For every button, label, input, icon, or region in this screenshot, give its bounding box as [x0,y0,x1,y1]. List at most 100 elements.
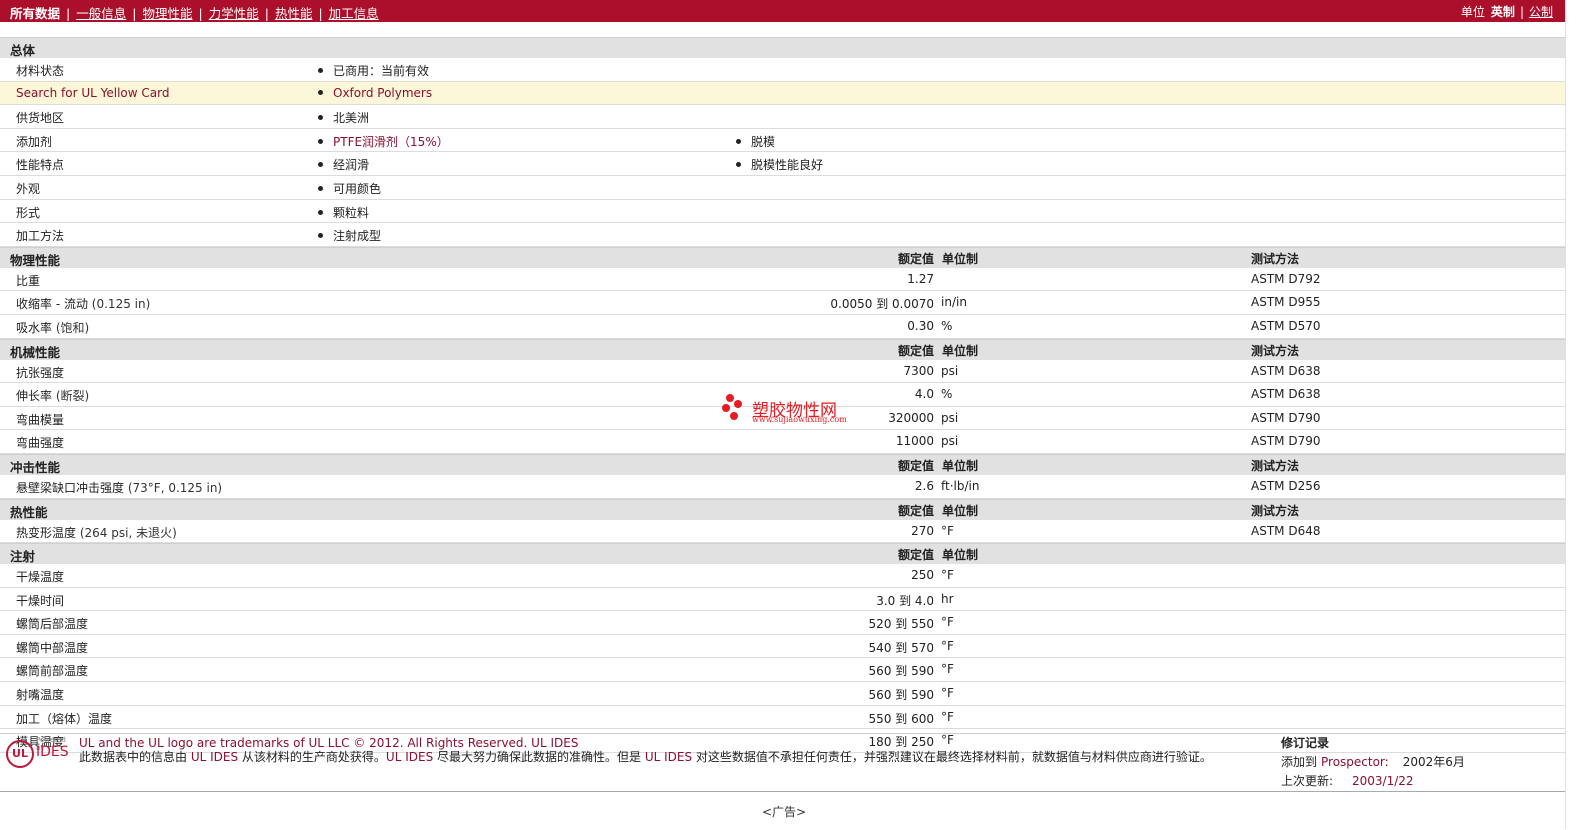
section-header-thermal: 热性能 额定值 单位制 测试方法 [0,498,1565,520]
general-row: 外观 可用颜色 [0,175,1565,200]
nav-all-data[interactable]: 所有数据 [10,6,60,21]
rated-value: 550 到 600 [868,711,934,726]
section-header-injection: 注射 额定值 单位制 [0,543,1565,565]
property-value-link[interactable]: PTFE润滑剂（15%） [333,135,449,149]
ides-link[interactable]: UL IDES [191,750,238,764]
col-unit: 单位制 [942,343,979,358]
bullet-icon [318,209,323,215]
property-label: 形式 [16,205,41,220]
section-header-general: 总体 [0,37,1565,58]
unit-imperial[interactable]: 英制 [1491,5,1515,19]
bullet-icon [318,233,323,239]
section-nav: 所有数据 | 一般信息 | 物理性能 | 力学性能 | 热性能 | 加工信息 [10,6,379,21]
property-label: 外观 [16,181,41,196]
unit-value: psi [941,434,959,449]
property-label: 螺筒中部温度 [16,640,89,655]
rated-value: 540 到 570 [868,640,934,655]
property-row: 弯曲强度 11000 psi ASTM D790 [0,430,1565,454]
property-label: 干燥温度 [16,570,65,585]
unit-value: % [941,318,953,333]
unit-value: °F [941,709,954,724]
col-method: 测试方法 [1251,503,1300,518]
property-row: 螺筒中部温度 540 到 570 °F [0,634,1565,659]
property-label: 材料状态 [16,64,65,78]
col-rated: 额定值 [897,343,934,358]
col-method: 测试方法 [1251,251,1300,266]
col-rated: 额定值 [897,548,934,563]
ad-label: <广告> [762,805,807,819]
unit-value: in/in [941,295,967,310]
test-method: ASTM D648 [1251,523,1321,538]
property-row: 干燥温度 250 °F [0,564,1565,588]
general-row: 性能特点 经润滑 脱模性能良好 [0,152,1565,176]
revision-history: 修订记录 添加到 Prospector: 2002年6月 上次更新: 2003/1/2… [1281,734,1465,789]
nav-general-info[interactable]: 一般信息 [76,6,126,21]
watermark: 塑胶物性网 www.sujiaowuxing.com [722,394,862,428]
section-title: 机械性能 [10,344,61,360]
rated-value: 270 [911,523,934,538]
rated-value: 520 到 550 [868,617,934,632]
property-note: (264 psi, 未退火) [79,525,177,540]
yellow-card-link[interactable]: Search for UL Yellow Card [16,86,169,100]
general-row: 添加剂 PTFE润滑剂（15%） 脱模 [0,128,1565,153]
property-value: 颗粒料 [333,205,370,220]
unit-metric[interactable]: 公制 [1529,5,1553,19]
col-method: 测试方法 [1251,458,1300,473]
nav-thermal[interactable]: 热性能 [275,6,313,21]
updated-label: 上次更新: [1281,774,1334,788]
unit-value: % [941,387,953,402]
logo-ides: IDES [36,744,69,760]
property-label: 弯曲强度 [16,436,65,451]
supplier-link[interactable]: Oxford Polymers [333,86,432,100]
added-label: 添加到 [1281,755,1318,769]
property-label: 热变形温度 [16,525,77,540]
property-label: 螺筒后部温度 [16,617,89,632]
rated-value: 7300 [903,363,934,378]
nav-processing[interactable]: 加工信息 [329,6,379,21]
section-title: 热性能 [10,504,48,520]
test-method: ASTM D792 [1251,271,1321,286]
nav-mechanical[interactable]: 力学性能 [209,6,259,21]
property-row: 干燥时间 3.0 到 4.0 hr [0,587,1565,612]
property-label: 添加剂 [16,134,53,149]
property-label: 加工（熔体）温度 [16,711,113,726]
test-method: ASTM D790 [1251,410,1321,425]
bullet-icon [318,89,323,95]
rated-value: 0.30 [907,318,934,333]
bullet-icon [318,162,323,168]
trademark-notice: UL and the UL logo are trademarks of UL … [79,736,579,750]
ul-logo-icon: UL [6,740,34,768]
rated-value: 4.0 [914,387,934,402]
property-label: 性能特点 [16,158,65,173]
rated-value: 560 到 590 [868,664,934,679]
top-navigation-bar: 所有数据 | 一般信息 | 物理性能 | 力学性能 | 热性能 | 加工信息 单位 英制 | 公制 [0,0,1565,22]
vertical-scrollbar[interactable] [1565,0,1588,829]
yellow-card-row[interactable]: Search for UL Yellow Card Oxford Polymers [0,81,1565,106]
general-row: 供货地区 北美洲 [0,105,1565,129]
property-value: 脱模性能良好 [751,158,824,173]
ad-area: <广告> [0,791,1565,830]
disclaimer: 此数据表中的信息由 UL IDES 从该材料的生产商处获得。UL IDES 尽最… [79,750,1212,764]
ides-link[interactable]: UL IDES [386,750,433,764]
property-label: 收缩率 - 流动 [16,297,88,312]
prospector-link[interactable]: Prospector: [1321,755,1389,769]
section-header-impact: 冲击性能 额定值 单位制 测试方法 [0,453,1565,475]
unit-value: psi [941,410,959,425]
unit-value: °F [941,638,954,653]
general-row: 加工方法 注射成型 [0,223,1565,247]
footer: UL Powered by IDES UL and the UL logo ar… [0,733,1565,792]
watermark-dots-icon [722,394,742,424]
property-label: 供货地区 [16,111,65,126]
property-value: 注射成型 [333,229,382,244]
test-method: ASTM D570 [1251,318,1321,333]
section-title: 冲击性能 [10,459,61,475]
bullet-icon [736,162,741,168]
col-unit: 单位制 [942,251,979,266]
nav-physical[interactable]: 物理性能 [142,6,192,21]
bullet-icon [318,115,323,121]
rated-value: 2.6 [914,478,934,493]
general-row: 材料状态 已商用：当前有效 [0,58,1565,82]
ides-link[interactable]: UL IDES [645,750,692,764]
unit-switcher: 单位 英制 | 公制 [1460,5,1553,19]
col-unit: 单位制 [942,503,979,518]
